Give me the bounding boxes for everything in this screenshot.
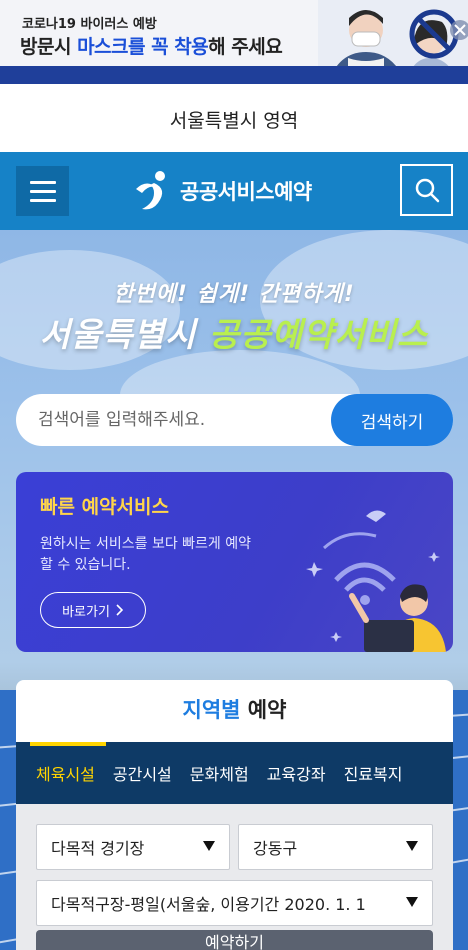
active-tab-indicator [30,742,106,746]
caret-down-icon [406,897,418,907]
region-panel-title: 지역별 예약 [182,698,287,722]
hamburger-line [29,198,56,202]
tab-space[interactable]: 공간시설 [95,761,172,785]
tab-sports[interactable]: 체육시설 [16,761,95,785]
facility-select[interactable]: 다목적구장-평일(서울숲, 이용기간 2020. 1. 1 [36,880,433,926]
hamburger-line [29,189,56,193]
category-tabs: 체육시설 공간시설 문화체험 교육강좌 진료복지 [16,742,453,804]
banner-line-2: 방문시 마스크를 꼭 착용해 주세요 [20,36,283,58]
region-reservation-panel: 지역별 예약 체육시설 공간시설 문화체험 교육강좌 진료복지 다목적 경기장 … [16,680,453,950]
covid-banner[interactable]: 코로나19 바이러스 예방 방문시 마스크를 꼭 착용해 주세요 [0,0,468,84]
quick-go-label: 바로가기 [62,604,110,620]
tab-welfare[interactable]: 진료복지 [326,761,403,785]
district-value: 강동구 [253,839,298,858]
chevron-right-icon [116,604,124,616]
search-icon [415,178,439,203]
quick-reservation-title: 빠른 예약서비스 [40,496,169,518]
quick-reservation-description: 원하시는 서비스를 보다 빠르게 예약할 수 있습니다. [40,536,251,573]
site-header: 공공서비스예약 [0,152,468,230]
menu-button[interactable] [16,166,69,216]
hero-title: 서울특별시 공공예약서비스 [39,315,429,354]
header-search-button[interactable] [400,164,453,216]
banner-stripe [0,66,468,84]
seoul-area-label: 서울특별시 영역 [0,84,468,154]
site-logo-text: 공공서비스예약 [180,180,312,204]
facility-type-value: 다목적 경기장 [51,839,145,858]
caret-down-icon [406,841,418,851]
wifi-person-illustration [306,510,446,652]
hero-section: 한번에! 쉽게! 간편하게! 서울특별시 공공예약서비스 검색하기 빠른 예약서… [0,230,468,950]
tab-culture[interactable]: 문화체험 [172,761,249,785]
hero-search-button[interactable]: 검색하기 [331,394,453,446]
tab-education[interactable]: 교육강좌 [249,761,326,785]
reservation-form: 다목적 경기장 강동구 다목적구장-평일(서울숲, 이용기간 2020. 1. … [16,804,453,950]
facility-type-select[interactable]: 다목적 경기장 [36,824,230,870]
banner-line-1: 코로나19 바이러스 예방 [22,17,157,32]
reserve-button[interactable]: 예약하기 [36,930,433,950]
hero-search-bar: 검색하기 [16,394,453,446]
hamburger-line [29,180,56,184]
hero-search-input[interactable] [38,394,328,446]
site-logo[interactable]: 공공서비스예약 [132,168,312,214]
caret-down-icon [203,841,215,851]
district-select[interactable]: 강동구 [238,824,433,870]
hero-slogan: 한번에! 쉽게! 간편하게! [113,282,355,307]
seoul-logo-icon [136,171,165,210]
facility-value: 다목적구장-평일(서울숲, 이용기간 2020. 1. 1 [51,895,366,914]
quick-go-button[interactable]: 바로가기 [40,592,146,628]
quick-reservation-card: 빠른 예약서비스 원하시는 서비스를 보다 빠르게 예약할 수 있습니다. 바로… [16,472,453,652]
